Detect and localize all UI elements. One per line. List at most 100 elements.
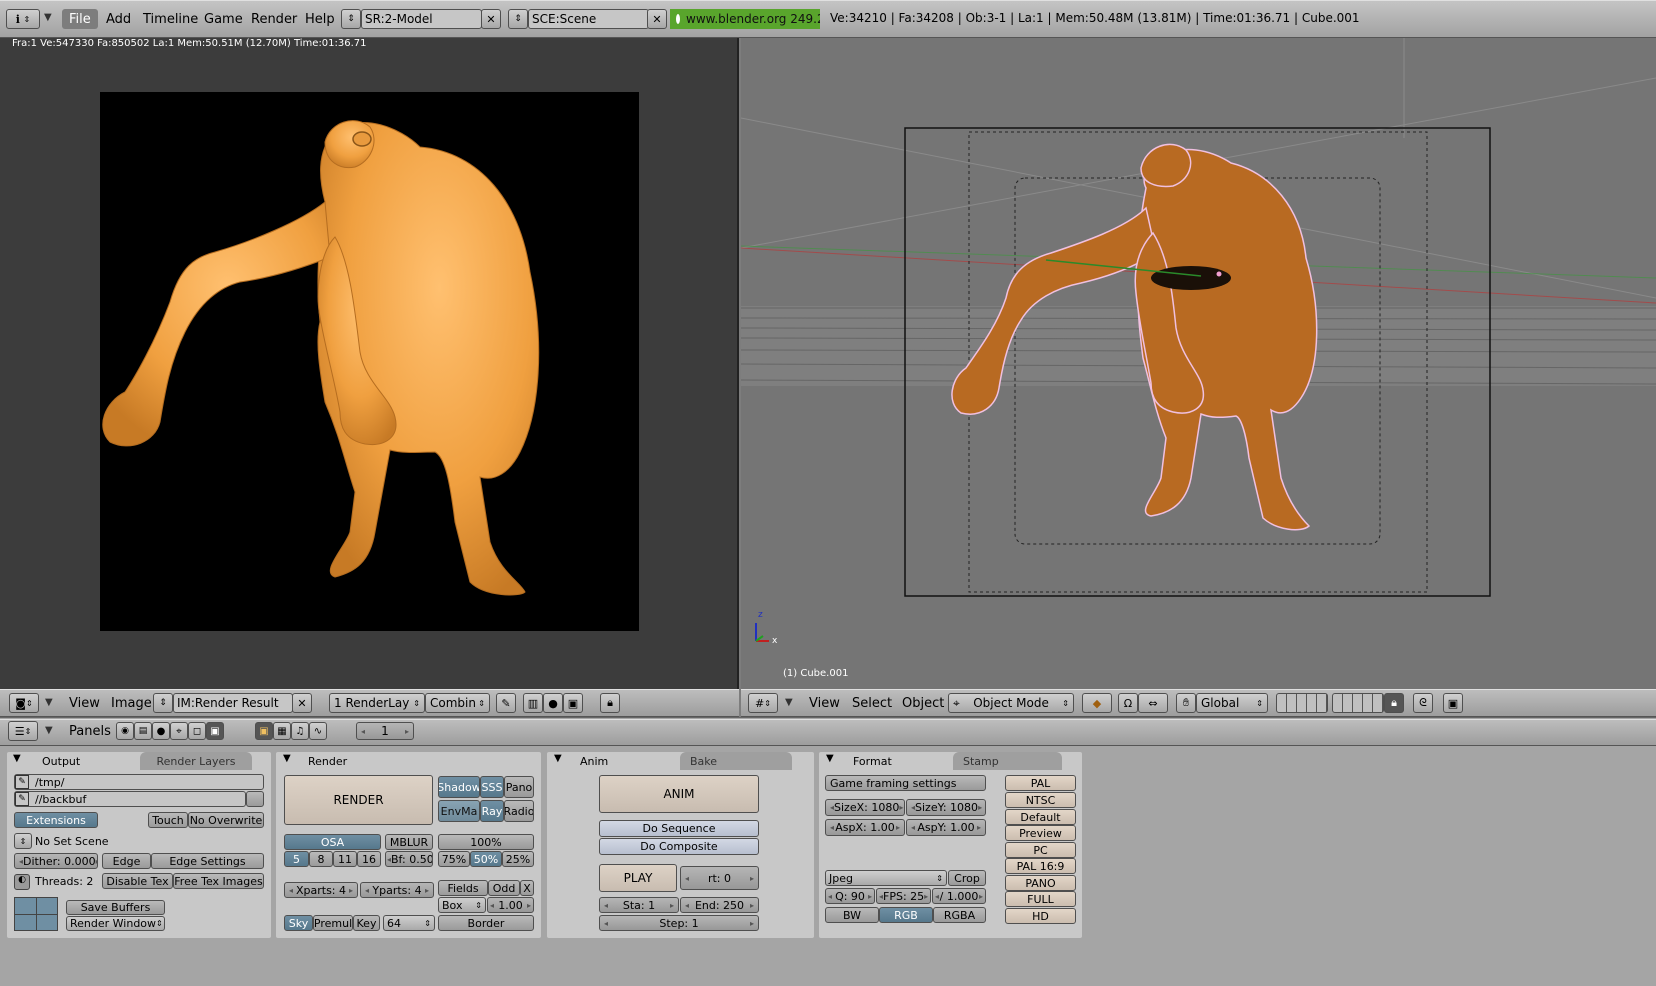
ray-toggle[interactable]: Ray	[480, 800, 504, 822]
draw-alpha-button[interactable]: ▥	[523, 693, 543, 713]
preset-ntsc-button[interactable]: NTSC	[1005, 792, 1076, 808]
end-frame-field[interactable]: End: 250	[680, 897, 759, 913]
folder-icon[interactable]: ✎	[15, 775, 29, 789]
preset-default-button[interactable]: Default	[1005, 809, 1076, 825]
shadow-toggle[interactable]: Shadow	[438, 776, 480, 798]
x-toggle[interactable]: X	[520, 880, 534, 896]
preset-full-button[interactable]: FULL	[1005, 891, 1076, 907]
envmap-toggle[interactable]: EnvMa	[438, 800, 480, 822]
render-subcontext-button[interactable]: ▣	[255, 722, 273, 740]
touch-toggle[interactable]: Touch	[148, 812, 188, 828]
rgba-toggle[interactable]: RGBA	[933, 907, 986, 923]
manipulator-button[interactable]: ⇔	[1138, 693, 1168, 713]
render-window-select[interactable]: Render Window ⇕	[66, 916, 165, 931]
info-window-type-button[interactable]: i ⇕	[6, 9, 40, 29]
start-frame-field[interactable]: Sta: 1	[599, 897, 679, 913]
save-buffers-toggle[interactable]: Save Buffers	[66, 900, 165, 915]
size-75-button[interactable]: 75%	[438, 851, 470, 867]
preset-pano-button[interactable]: PANO	[1005, 875, 1076, 891]
image-delete-button[interactable]: ✕	[292, 693, 312, 713]
render-layer-select[interactable]: 1 RenderLay ⇕	[329, 693, 425, 713]
play-button[interactable]: PLAY	[599, 864, 677, 892]
image-editor-type-button[interactable]: ◙ ⇕	[9, 693, 39, 713]
menu-render[interactable]: Render	[251, 9, 297, 29]
size-100-button[interactable]: 100%	[438, 834, 534, 850]
sizex-field[interactable]: SizeX: 1080	[825, 799, 905, 816]
do-composite-toggle[interactable]: Do Composite	[599, 838, 759, 855]
image-menu-image[interactable]: Image	[111, 693, 152, 713]
preset-pal169-button[interactable]: PAL 16:9	[1005, 858, 1076, 874]
menu-timeline[interactable]: Timeline	[143, 9, 198, 29]
osa-11-button[interactable]: 11	[333, 851, 357, 867]
image-menu-view[interactable]: View	[69, 693, 100, 713]
step-field[interactable]: Step: 1	[599, 915, 759, 931]
3d-view-type-button[interactable]: # ⇕	[748, 693, 778, 713]
filter-size-field[interactable]: 1.00	[487, 897, 534, 913]
pano-toggle[interactable]: Pano	[504, 776, 534, 798]
anim-button[interactable]: ANIM	[599, 775, 759, 813]
anim-subcontext-button[interactable]: ▦	[273, 722, 291, 740]
blender-site-badge[interactable]: www.blender.org 249.2	[670, 9, 820, 29]
screen-browse-button[interactable]: ⇕	[341, 9, 361, 29]
crop-toggle[interactable]: Crop	[948, 870, 986, 886]
paint-button[interactable]: ▣	[563, 693, 583, 713]
yparts-field[interactable]: Yparts: 4	[360, 882, 434, 898]
layer-lock-button[interactable]: 🔒︎	[1384, 693, 1404, 713]
rgb-toggle[interactable]: RGB	[879, 907, 933, 923]
menu-file[interactable]: File	[62, 9, 98, 29]
layer-buttons-group-2[interactable]	[1332, 693, 1384, 713]
pivot-button[interactable]: Ω	[1118, 693, 1138, 713]
menu-add[interactable]: Add	[106, 9, 131, 29]
disable-tex-toggle[interactable]: Disable Tex	[102, 873, 173, 889]
xparts-field[interactable]: Xparts: 4	[284, 882, 358, 898]
radio-toggle[interactable]: Radio	[504, 800, 534, 822]
tab-stamp[interactable]: Stamp	[953, 752, 1062, 770]
fields-toggle[interactable]: Fields	[438, 880, 488, 896]
scene-browse-button[interactable]: ⇕	[508, 9, 528, 29]
threads-label[interactable]: Threads: 2	[35, 875, 93, 888]
do-sequence-toggle[interactable]: Do Sequence	[599, 820, 759, 837]
file-format-select[interactable]: Jpeg ⇕	[825, 870, 947, 886]
threads-icon[interactable]: ◐	[14, 874, 30, 890]
proportional-edit-button[interactable]: ᘓ	[1413, 693, 1433, 713]
quality-field[interactable]: Q: 90	[825, 888, 875, 904]
screen-name-field[interactable]: SR:2-Model	[361, 9, 482, 29]
panel-collapse-icon[interactable]: ▼	[13, 753, 21, 764]
bf-field[interactable]: Bf: 0.50	[385, 851, 433, 867]
menu-help[interactable]: Help	[305, 9, 335, 29]
panel-collapse-icon[interactable]: ▼	[826, 753, 834, 764]
set-scene-browse-button[interactable]: ⇕	[14, 833, 32, 849]
fps-base-field[interactable]: / 1.000	[932, 888, 986, 904]
sizey-field[interactable]: SizeY: 1080	[906, 799, 986, 816]
scene-name-field[interactable]: SCE:Scene	[528, 9, 649, 29]
3d-menu-select[interactable]: Select	[852, 693, 892, 713]
size-50-button[interactable]: 50%	[470, 851, 502, 867]
size-25-button[interactable]: 25%	[502, 851, 534, 867]
render-view-button[interactable]: ▣	[1443, 693, 1463, 713]
filter-type-select[interactable]: Box ⇕	[438, 897, 486, 913]
rt-field[interactable]: rt: 0	[680, 866, 759, 890]
preset-preview-button[interactable]: Preview	[1005, 825, 1076, 841]
dither-field[interactable]: Dither: 0.000	[14, 853, 98, 869]
panel-collapse-icon[interactable]: ▼	[283, 753, 291, 764]
hand-button[interactable]: ✋︎	[1176, 693, 1196, 713]
backbuf-path-field[interactable]: //backbuf	[14, 791, 246, 807]
key-toggle[interactable]: Key	[353, 915, 380, 931]
game-framing-button[interactable]: Game framing settings	[825, 775, 986, 791]
fps-field[interactable]: FPS: 25	[876, 888, 931, 904]
collapse-arrow-icon[interactable]: ▼	[785, 697, 793, 708]
osa-16-button[interactable]: 16	[357, 851, 381, 867]
3d-viewport[interactable]	[741, 38, 1656, 689]
tab-format[interactable]: Format	[843, 752, 953, 770]
extensions-toggle[interactable]: Extensions	[14, 812, 98, 828]
panel-collapse-icon[interactable]: ▼	[554, 753, 562, 764]
render-pass-select[interactable]: Combin ⇕	[425, 693, 490, 713]
preset-pc-button[interactable]: PC	[1005, 842, 1076, 858]
mblur-toggle[interactable]: MBLUR	[385, 834, 433, 850]
sky-toggle[interactable]: Sky	[284, 915, 313, 931]
image-browse-button[interactable]: ⇕	[153, 693, 173, 713]
frame-number-field[interactable]: 1	[356, 722, 414, 740]
sample-color-button[interactable]: ✎	[496, 693, 516, 713]
layer-buttons-group-1[interactable]	[1276, 693, 1328, 713]
osa-toggle[interactable]: OSA	[284, 834, 381, 850]
